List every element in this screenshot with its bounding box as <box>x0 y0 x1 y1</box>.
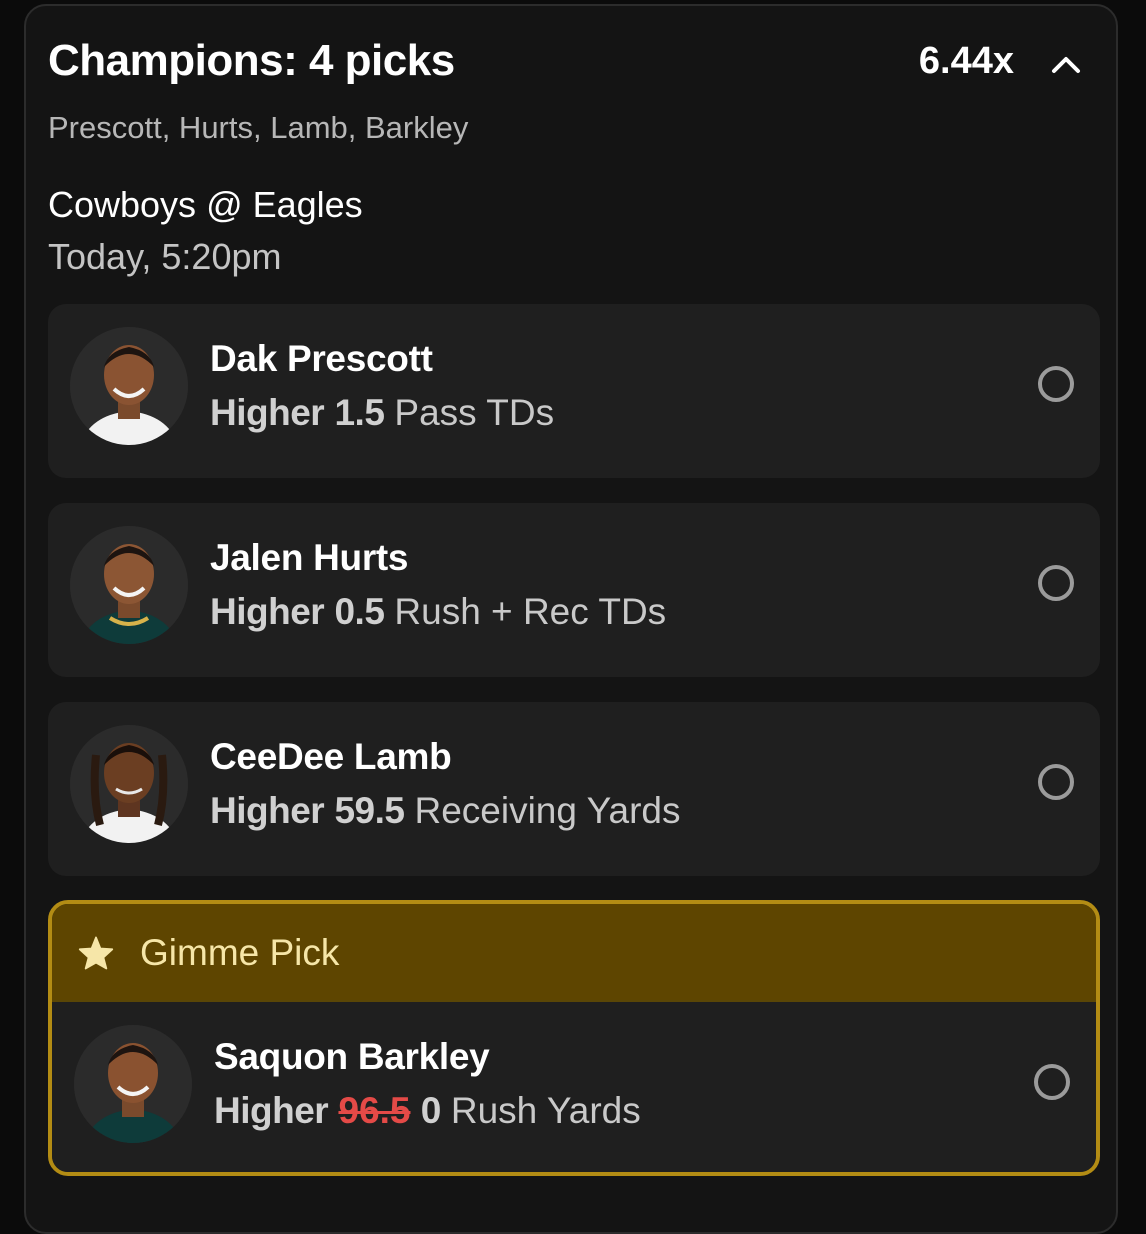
collapse-button[interactable] <box>1038 36 1094 92</box>
pick-line: Higher 1.5 Pass TDs <box>210 392 554 434</box>
entry-title: Champions: 4 picks <box>48 36 455 85</box>
radio-circle-icon[interactable] <box>1034 1064 1070 1100</box>
pick-value: 1.5 <box>334 392 385 433</box>
player-avatar <box>74 1025 192 1143</box>
player-name: CeeDee Lamb <box>210 736 452 777</box>
gimme-banner: Gimme Pick <box>52 904 1096 1002</box>
pick-stat: Receiving Yards <box>414 790 681 831</box>
game-time: Today, 5:20pm <box>48 236 282 277</box>
pick-line: Higher 0.5 Rush + Rec TDs <box>210 591 666 633</box>
payout-multiplier: 6.44x <box>918 40 1014 82</box>
star-icon <box>78 936 114 970</box>
player-name: Jalen Hurts <box>210 537 409 578</box>
gimme-label: Gimme Pick <box>140 932 340 973</box>
player-name: Dak Prescott <box>210 338 433 379</box>
pick-value: 0.5 <box>334 591 385 632</box>
player-name: Saquon Barkley <box>214 1036 490 1077</box>
pick-stat: Rush + Rec TDs <box>394 591 667 632</box>
chevron-up-icon <box>1052 57 1080 73</box>
players-summary: Prescott, Hurts, Lamb, Barkley <box>48 110 469 145</box>
player-avatar <box>70 327 188 445</box>
radio-circle-icon[interactable] <box>1038 565 1074 601</box>
entry-card: Champions: 4 picks 6.44x Prescott, Hurts… <box>24 4 1118 1234</box>
gimme-pick-section: Gimme Pick Saquon Barkley Higher 96.5 0R… <box>48 900 1100 1176</box>
pick-direction: Higher <box>210 591 325 632</box>
radio-circle-icon[interactable] <box>1038 764 1074 800</box>
pick-direction: Higher <box>214 1090 329 1131</box>
pick-direction: Higher <box>210 790 325 831</box>
entry-header: Champions: 4 picks 6.44x <box>48 36 1094 96</box>
pick-row[interactable]: Dak Prescott Higher 1.5 Pass TDs <box>48 304 1100 478</box>
radio-circle-icon[interactable] <box>1038 366 1074 402</box>
pick-row[interactable]: Saquon Barkley Higher 96.5 0 Rush Yards <box>52 1002 1096 1172</box>
pick-line: Higher 59.5 Receiving Yards <box>210 790 680 832</box>
original-line-struck: 96.5 <box>338 1090 411 1131</box>
pick-direction: Higher <box>210 392 325 433</box>
player-avatar <box>70 526 188 644</box>
pick-stat: Rush Yards <box>450 1090 641 1131</box>
pick-row[interactable]: Jalen Hurts Higher 0.5 Rush + Rec TDs <box>48 503 1100 677</box>
pick-value: 59.5 <box>334 790 405 831</box>
pick-line: Higher 96.5 0 Rush Yards <box>214 1090 641 1132</box>
game-matchup: Cowboys @ Eagles <box>48 184 363 225</box>
pick-value: 0 <box>420 1090 442 1131</box>
pick-row[interactable]: CeeDee Lamb Higher 59.5 Receiving Yards <box>48 702 1100 876</box>
player-avatar <box>70 725 188 843</box>
pick-stat: Pass TDs <box>394 392 555 433</box>
